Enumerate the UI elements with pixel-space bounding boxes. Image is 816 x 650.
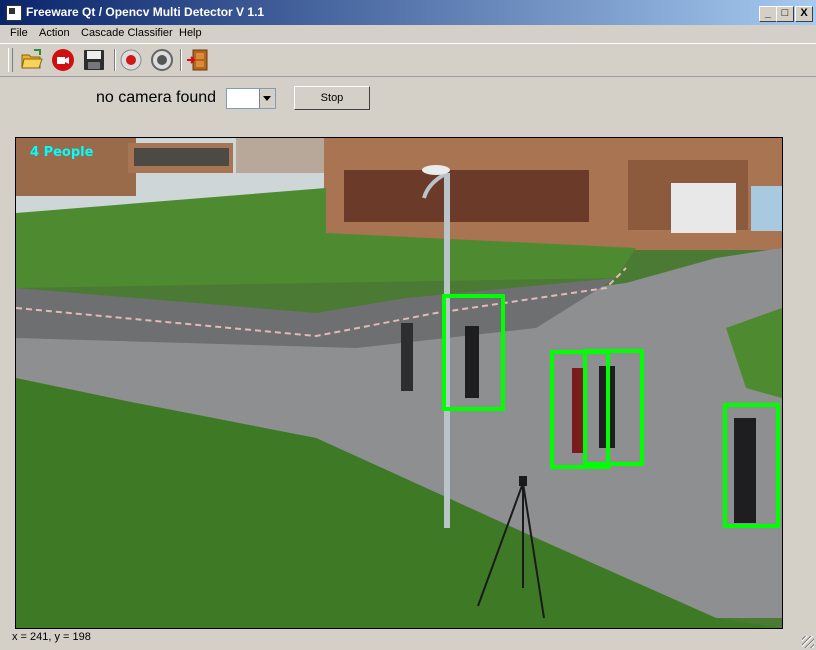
window-titlebar: Freeware Qt / Opencv Multi Detector V 1.… [0,0,816,25]
record-icon[interactable] [119,48,143,72]
status-bar: x = 241, y = 198 [0,628,816,650]
toolbar-separator [114,49,116,71]
menu-bar: File Action Cascade Classifier Help [0,25,816,43]
maximize-button[interactable]: □ [776,6,794,22]
cursor-coordinates: x = 241, y = 198 [12,631,91,643]
save-icon[interactable] [82,48,106,72]
toolbar-grip[interactable] [8,48,13,72]
stop-record-icon[interactable] [150,48,174,72]
app-icon [6,5,22,21]
camera-scene [16,138,782,628]
stop-button[interactable]: Stop [294,86,370,110]
window-title: Freeware Qt / Opencv Multi Detector V 1.… [26,5,265,19]
close-button[interactable]: X [795,6,813,22]
toolbar [0,43,816,77]
resize-grip[interactable] [802,636,814,648]
camera-icon[interactable] [51,48,75,72]
menu-file[interactable]: File [10,27,28,39]
exit-door-icon[interactable] [186,48,210,72]
people-count-overlay: 4 People [30,145,94,160]
toolbar-separator [180,49,182,71]
video-frame[interactable]: 4 People [15,137,783,629]
menu-help[interactable]: Help [179,27,202,39]
chevron-down-icon[interactable] [259,89,275,108]
open-folder-icon[interactable] [20,48,44,72]
camera-select[interactable] [226,88,276,109]
minimize-button[interactable]: _ [759,6,777,22]
menu-action[interactable]: Action [39,27,70,39]
menu-cascade-classifier[interactable]: Cascade Classifier [81,27,173,39]
camera-status-label: no camera found [96,89,217,106]
